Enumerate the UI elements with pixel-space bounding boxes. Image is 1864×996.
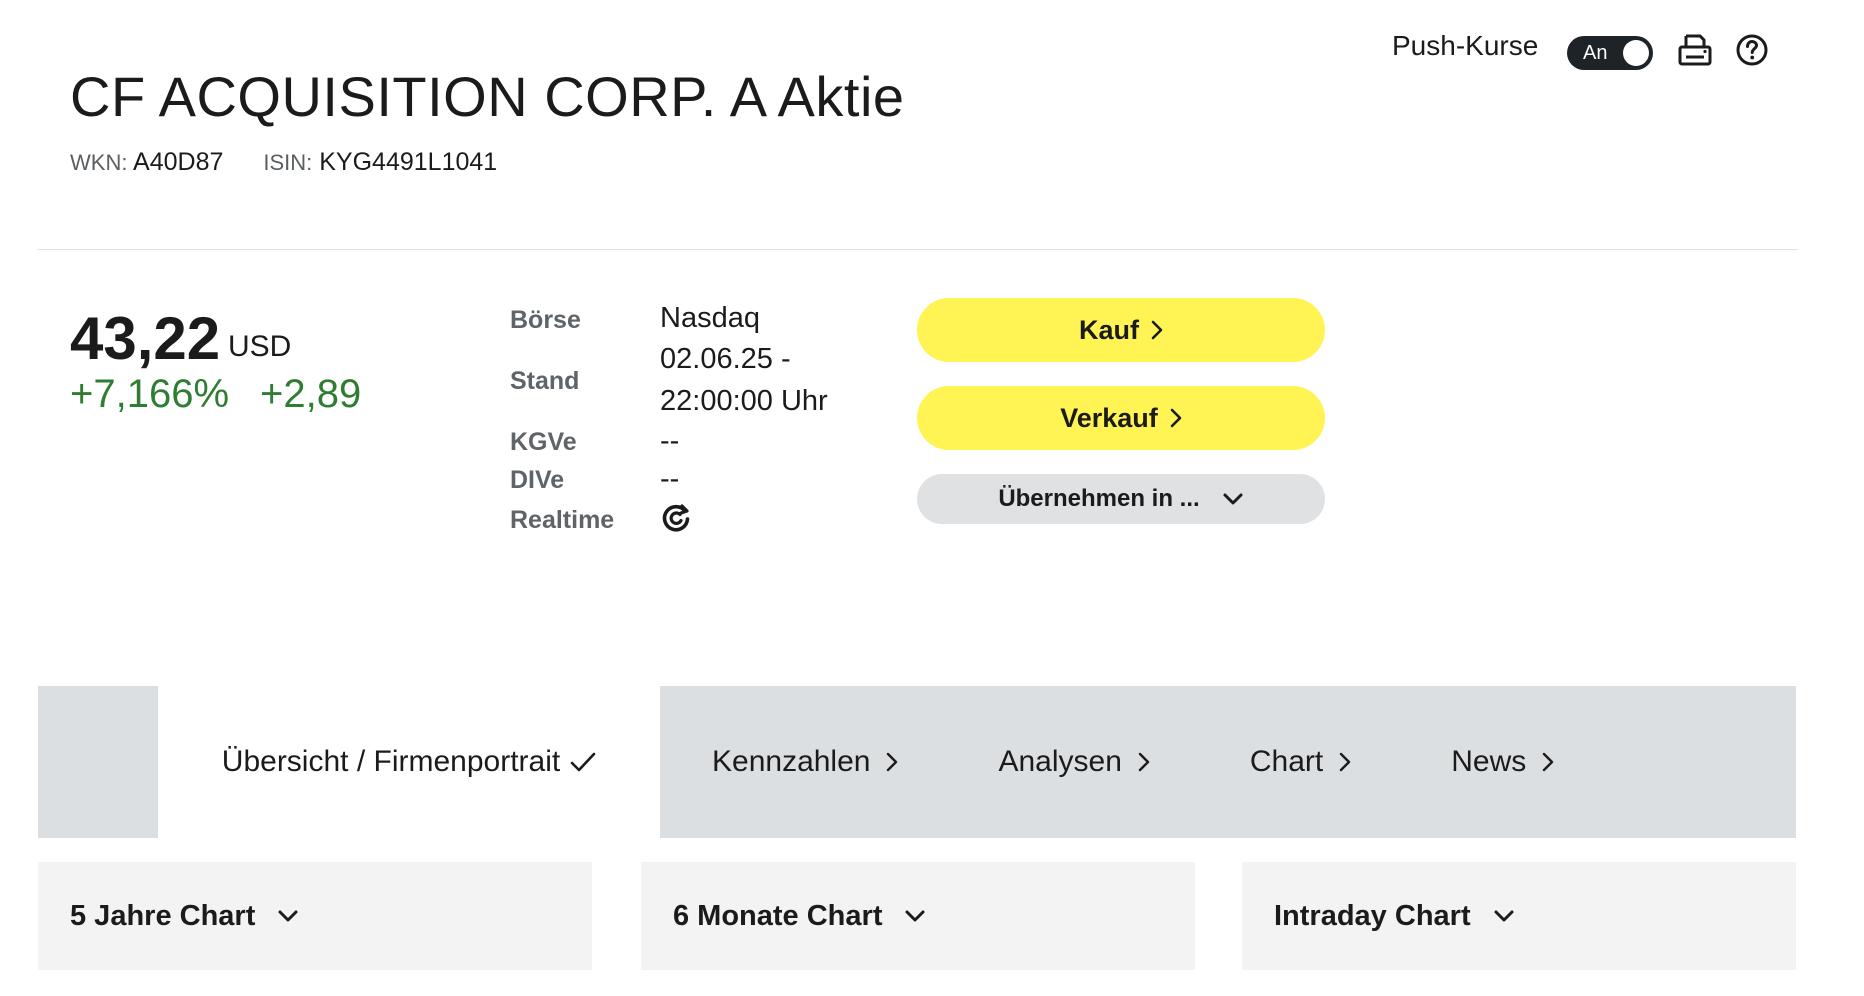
tab-key-figures[interactable]: Kennzahlen [712, 745, 898, 779]
tab-bar: Kennzahlen Analysen Chart News [660, 686, 1796, 838]
chart-dropdown-label: Intraday Chart [1274, 899, 1471, 932]
dive-label: DIVe [510, 466, 565, 494]
chart-dropdown-label: 5 Jahre Chart [70, 899, 256, 932]
stand-time: 22:00:00 Uhr [660, 385, 828, 417]
wkn-value: A40D87 [133, 148, 224, 176]
toggle-state-label: An [1583, 42, 1608, 64]
stand-date: 02.06.25 - [660, 343, 791, 375]
price-change-absolute: +2,89 [260, 372, 362, 416]
tab-overview-label: Übersicht / Firmenportrait [221, 745, 561, 778]
chevron-down-icon [278, 910, 298, 922]
sell-button-label: Verkauf [1060, 402, 1158, 433]
kgve-value: -- [660, 425, 680, 457]
refresh-icon[interactable] [660, 502, 692, 534]
chevron-down-icon [1223, 493, 1243, 505]
checkmark-icon [570, 752, 596, 772]
print-icon[interactable] [1677, 32, 1713, 68]
chart-dropdown-5-years[interactable]: 5 Jahre Chart [38, 862, 592, 970]
dive-value: -- [660, 463, 680, 495]
tab-analyses[interactable]: Analysen [998, 745, 1150, 779]
chevron-right-icon [1170, 408, 1182, 428]
tab-chart-label: Chart [1249, 745, 1324, 778]
help-icon[interactable] [1735, 33, 1769, 67]
transfer-to-dropdown[interactable]: Übernehmen in ... [917, 474, 1325, 524]
transfer-to-label: Übernehmen in ... [998, 485, 1200, 512]
price-change-percent: +7,166% [70, 372, 230, 416]
chart-dropdown-6-months[interactable]: 6 Monate Chart [641, 862, 1195, 970]
page-title: CF ACQUISITION CORP. A Aktie [70, 65, 905, 128]
chevron-down-icon [1494, 910, 1514, 922]
chart-dropdown-intraday[interactable]: Intraday Chart [1242, 862, 1796, 970]
kgve-label: KGVe [510, 428, 577, 456]
push-prices-label: Push-Kurse [1392, 30, 1539, 61]
chevron-right-icon [1151, 320, 1163, 340]
chevron-right-icon [1543, 752, 1554, 772]
stand-label: Stand [510, 367, 580, 395]
current-price: 43,22 [70, 305, 221, 372]
sell-button[interactable]: Verkauf [917, 386, 1325, 450]
buy-button-label: Kauf [1079, 314, 1139, 345]
isin-value: KYG4491L1041 [319, 148, 498, 176]
wkn: WKN: A40D87 [70, 148, 223, 177]
realtime-label: Realtime [510, 506, 615, 534]
security-identifiers: WKN: A40D87 ISIN: KYG4491L1041 [70, 148, 497, 177]
tab-news-label: News [1451, 745, 1527, 778]
tab-key-figures-label: Kennzahlen [712, 745, 871, 778]
chart-dropdown-label: 6 Monate Chart [673, 899, 883, 932]
chevron-right-icon [887, 752, 898, 772]
tab-analyses-label: Analysen [998, 745, 1122, 778]
header-divider [38, 249, 1798, 250]
tab-bar-spacer [38, 686, 158, 838]
toggle-knob [1623, 40, 1649, 66]
tab-news[interactable]: News [1451, 745, 1554, 779]
tab-overview[interactable]: Übersicht / Firmenportrait [158, 686, 660, 838]
price-currency: USD [228, 330, 292, 363]
exchange-label: Börse [510, 306, 581, 334]
isin-label: ISIN: [263, 150, 313, 175]
chevron-right-icon [1340, 752, 1351, 772]
exchange-value: Nasdaq [660, 302, 760, 334]
wkn-label: WKN: [70, 150, 128, 175]
chevron-down-icon [905, 910, 925, 922]
push-prices-toggle[interactable]: An [1567, 36, 1653, 70]
isin: ISIN: KYG4491L1041 [263, 148, 497, 177]
chevron-right-icon [1138, 752, 1150, 772]
buy-button[interactable]: Kauf [917, 298, 1325, 362]
tab-chart[interactable]: Chart [1250, 745, 1351, 779]
